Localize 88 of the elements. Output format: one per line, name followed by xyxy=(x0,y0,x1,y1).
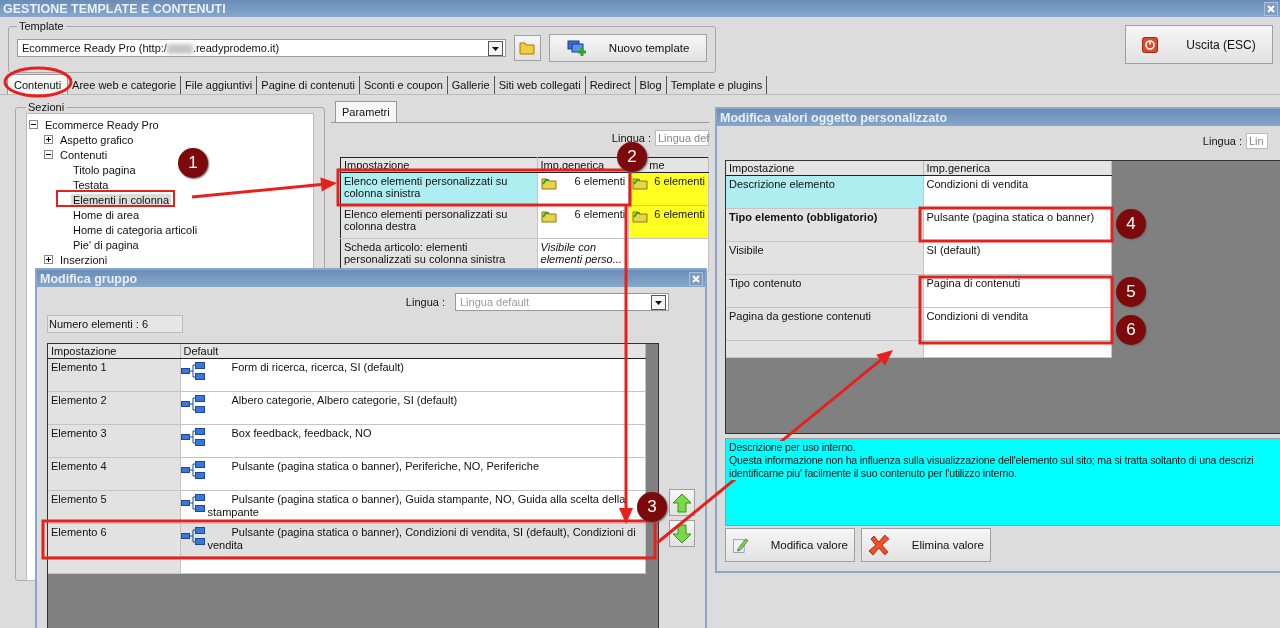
table-cell[interactable]: Visibile xyxy=(726,241,923,275)
tree-item[interactable]: Home di categoria articoli xyxy=(71,223,200,236)
language-label: Lingua : xyxy=(1202,135,1242,147)
template-combobox[interactable]: Ecommerce Ready Pro (http:/ .readyprodemo.it) xyxy=(17,39,506,57)
tree-item[interactable]: Inserzioni xyxy=(58,253,110,266)
table-cell-text: 6 elementi xyxy=(574,208,626,222)
move-down-button[interactable] xyxy=(669,520,695,547)
folder-icon xyxy=(632,175,649,191)
table-cell[interactable]: Descrizione elemento xyxy=(726,175,923,209)
hierarchy-icon xyxy=(180,526,205,546)
language-label: Lingua : xyxy=(611,132,651,144)
new-template-button[interactable]: Nuovo template xyxy=(549,34,707,62)
delete-value-button[interactable]: Elimina valore xyxy=(861,528,991,562)
tree-item[interactable]: Pie' di pagina xyxy=(71,238,141,251)
tree-item[interactable]: Ecommerce Ready Pro xyxy=(43,118,161,131)
column-header: Default xyxy=(180,344,645,359)
power-icon xyxy=(1142,36,1159,53)
exit-button[interactable]: Uscita (ESC) xyxy=(1125,25,1273,64)
folder-icon xyxy=(540,175,557,191)
hierarchy-icon xyxy=(180,460,205,480)
tab[interactable]: Contenuti xyxy=(7,74,69,94)
tab[interactable]: Gallerie xyxy=(447,76,495,94)
expander-icon[interactable] xyxy=(44,255,53,264)
table-cell[interactable]: Elemento 1 xyxy=(48,358,180,392)
tree-item[interactable]: Home di area xyxy=(71,208,142,221)
down-arrow-icon xyxy=(672,523,692,544)
hierarchy-icon xyxy=(180,493,205,513)
expander-icon[interactable] xyxy=(44,150,53,159)
tab[interactable]: Pagine di contenuti xyxy=(257,76,360,94)
description-text: identificarne piu' facilmente il suo contenuto per l'utilizzo interno. xyxy=(729,467,1017,480)
table-cell[interactable]: Tipo elemento (obbligatorio) xyxy=(726,208,923,242)
tab[interactable]: Sconti e coupon xyxy=(359,76,448,94)
up-arrow-icon xyxy=(672,492,692,513)
column-header: Impostazione xyxy=(726,161,923,176)
expander-icon[interactable] xyxy=(29,120,38,129)
table-cell-text: Visibile con elementi perso... xyxy=(540,241,623,265)
language-label: Lingua : xyxy=(405,296,445,308)
tree-item[interactable]: Aspetto grafico xyxy=(58,133,136,146)
tab[interactable]: Parametri xyxy=(335,101,397,122)
hierarchy-icon xyxy=(180,361,205,381)
group-label: Template xyxy=(18,20,65,32)
language-field[interactable]: Lingua def xyxy=(655,130,709,146)
tree-item[interactable]: Contenuti xyxy=(58,148,110,161)
tab[interactable]: Blog xyxy=(635,76,667,94)
tab[interactable]: Template e plugins xyxy=(666,76,768,94)
highlight-ellipse xyxy=(3,66,73,98)
table-cell[interactable]: Elemento 4 xyxy=(48,457,180,491)
move-up-button[interactable] xyxy=(669,489,695,516)
tree-item[interactable]: Titolo pagina xyxy=(71,163,138,176)
column-header: Imp.generica xyxy=(923,161,1111,176)
hierarchy-icon xyxy=(180,394,205,414)
table-cell-text: 6 elementi xyxy=(574,175,626,189)
tab[interactable]: Redirect xyxy=(585,76,636,94)
close-icon[interactable] xyxy=(689,271,703,286)
tab[interactable]: Siti web collegati xyxy=(494,76,586,94)
description-text: Questa informazione non ha influenza sulla visualizzazione dell'elemento sul sito; ma si tratta soltanto di una descrizi xyxy=(729,454,1254,467)
table-cell[interactable]: Pagina da gestione contenuti xyxy=(726,307,923,341)
folder-icon xyxy=(540,208,557,224)
cross-icon xyxy=(868,534,890,556)
tab[interactable]: Aree web e categorie xyxy=(68,76,182,94)
window-title: GESTIONE TEMPLATE E CONTENUTI xyxy=(3,1,226,16)
tree-item[interactable]: Elementi in colonna xyxy=(71,193,171,206)
table-cell[interactable]: Tipo contenuto xyxy=(726,274,923,308)
table-cell: Condizioni di vendita xyxy=(923,307,1111,341)
tab[interactable]: File aggiuntivi xyxy=(181,76,258,94)
edit-value-button[interactable]: Modifica valore xyxy=(725,528,855,562)
table-cell: SI (default) xyxy=(923,241,1111,275)
tree-item[interactable]: Testata xyxy=(71,178,111,191)
column-header: Impostazione xyxy=(48,344,180,359)
table-cell-text: 6 elementi xyxy=(654,175,705,189)
table-cell[interactable]: Elemento 6 xyxy=(48,523,180,557)
table-cell: Pulsante (pagina statica o banner), Condizioni di vendita, SI (default), Condizioni di vendita xyxy=(180,524,645,556)
dialog-title: Modifica gruppo xyxy=(40,271,138,286)
group-label: Sezioni xyxy=(27,101,66,113)
table-cell-text: 6 elementi xyxy=(654,208,705,222)
close-icon[interactable] xyxy=(1264,1,1278,16)
expander-icon[interactable] xyxy=(44,135,53,144)
table-cell[interactable]: Elemento 3 xyxy=(48,424,180,458)
blurred-patch xyxy=(166,44,193,55)
hierarchy-icon xyxy=(180,427,205,447)
language-field[interactable]: Lin xyxy=(1246,133,1268,149)
description-text: Descrizione per uso interno. xyxy=(729,441,856,454)
table-cell[interactable]: Elemento 2 xyxy=(48,391,180,425)
folder-icon xyxy=(632,208,649,224)
folder-icon xyxy=(519,41,536,55)
element-count: Numero elementi : 6 xyxy=(47,315,183,333)
dialog-title: Modifica valori oggetto personalizzato xyxy=(720,110,948,125)
monitors-plus-icon xyxy=(566,39,587,57)
